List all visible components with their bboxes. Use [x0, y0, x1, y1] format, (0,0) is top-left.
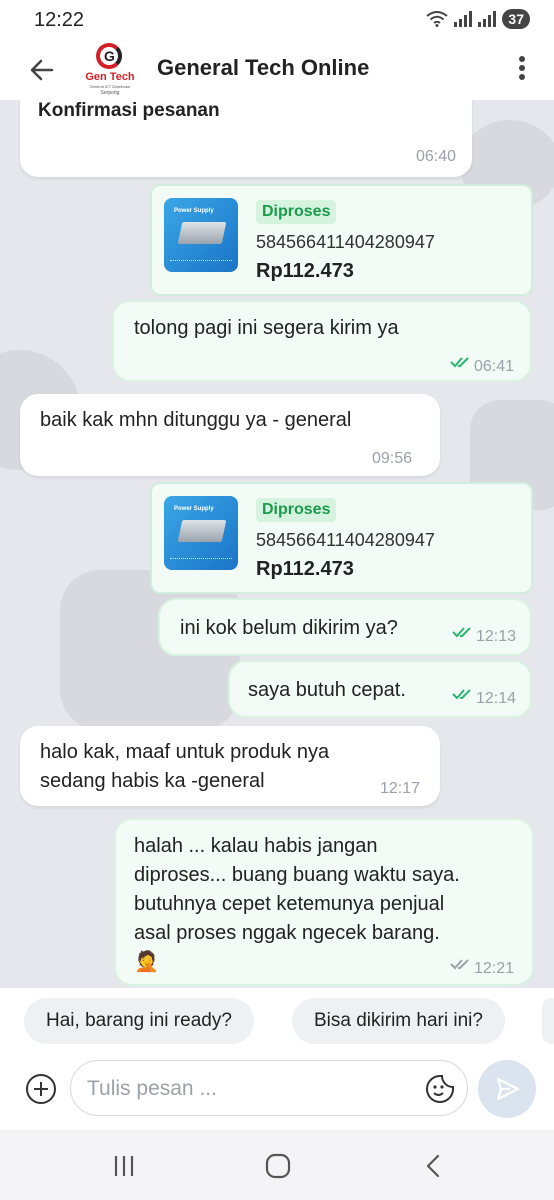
- chat-title[interactable]: General Tech Online: [157, 55, 369, 81]
- message-incoming[interactable]: halo kak, maaf untuk produk nya sedang h…: [20, 726, 440, 806]
- order-price: Rp112.473: [256, 558, 354, 580]
- facepalm-emoji: 🤦: [134, 951, 159, 973]
- more-vertical-icon[interactable]: [518, 56, 526, 84]
- double-check-icon: [450, 959, 469, 970]
- logo-location: Serpong: [100, 90, 120, 96]
- order-status-badge: Diproses: [256, 200, 337, 224]
- order-price: Rp112.473: [256, 260, 354, 282]
- chat-area[interactable]: Konfirmasi pesanan 06:40 Power Supply Di…: [0, 100, 554, 988]
- product-image: [177, 222, 227, 244]
- status-time: 12:22: [34, 9, 85, 31]
- message-input[interactable]: [87, 1073, 417, 1105]
- status-bar: 12:22 37: [0, 0, 554, 40]
- message-text: saya butuh cepat.: [248, 679, 406, 701]
- product-image: [177, 520, 227, 542]
- message-outgoing[interactable]: ini kok belum dikirim ya? 12:13: [158, 598, 532, 656]
- message-text-line: sedang habis ka -general: [40, 770, 265, 792]
- message-outgoing[interactable]: tolong pagi ini segera kirim ya 06:41: [112, 300, 532, 382]
- message-text-line: asal proses nggak ngecek barang.: [134, 922, 440, 944]
- composer: [0, 1058, 554, 1130]
- logo-letter: G: [104, 48, 115, 64]
- message-text: ini kok belum dikirim ya?: [180, 617, 398, 639]
- order-status-badge: Diproses: [256, 498, 337, 522]
- product-card[interactable]: Power Supply Diproses 584566411404280947…: [150, 184, 533, 296]
- order-id: 584566411404280947: [256, 232, 435, 252]
- send-icon: [496, 1077, 520, 1101]
- product-card[interactable]: Power Supply Diproses 584566411404280947…: [150, 482, 533, 594]
- wifi-icon: [426, 11, 449, 27]
- system-navigation-bar: [0, 1130, 554, 1200]
- signal-icon: [454, 11, 473, 27]
- message-text: Konfirmasi pesanan: [38, 100, 220, 121]
- thumbnail-title: Power Supply: [174, 208, 214, 214]
- message-text-line: halah ... kalau habis jangan: [134, 835, 378, 857]
- message-incoming[interactable]: Konfirmasi pesanan 06:40: [20, 100, 472, 177]
- message-time: 12:14: [476, 690, 517, 707]
- message-time: 12:17: [380, 780, 421, 797]
- quick-reply-chip[interactable]: Bisa dikirim hari ini?: [292, 998, 505, 1044]
- recents-icon[interactable]: [110, 1152, 138, 1180]
- chat-header: G Gen Tech General ICT Distributor Serpo…: [0, 40, 554, 100]
- quick-reply-chip-overflow[interactable]: [542, 998, 554, 1044]
- message-incoming[interactable]: baik kak mhn ditunggu ya - general 09:56: [20, 394, 440, 476]
- message-outgoing[interactable]: halah ... kalau habis jangan diproses...…: [114, 818, 534, 986]
- logo-name: Gen Tech: [85, 71, 135, 83]
- message-text: tolong pagi ini segera kirim ya: [134, 317, 399, 339]
- message-outgoing[interactable]: saya butuh cepat. 12:14: [228, 660, 532, 718]
- message-time: 09:56: [372, 450, 413, 467]
- product-thumbnail[interactable]: Power Supply: [164, 496, 238, 570]
- home-icon[interactable]: [264, 1152, 292, 1180]
- sticker-icon[interactable]: [425, 1074, 455, 1104]
- nav-back-icon[interactable]: [420, 1152, 448, 1180]
- arrow-left-icon[interactable]: [26, 54, 58, 86]
- thumbnail-title: Power Supply: [174, 506, 214, 512]
- thumbnail-footer: [170, 260, 232, 266]
- message-text-line: halo kak, maaf untuk produk nya: [40, 741, 330, 763]
- double-check-icon: [452, 627, 471, 638]
- message-time: 12:13: [476, 628, 517, 645]
- order-id: 584566411404280947: [256, 530, 435, 550]
- message-text-line: butuhnya cepet ketemunya penjual: [134, 893, 445, 915]
- message-text-line: diproses... buang buang waktu saya.: [134, 864, 460, 886]
- double-check-icon: [452, 689, 471, 700]
- thumbnail-footer: [170, 558, 232, 564]
- logo-tagline: General ICT Distributor: [89, 84, 131, 89]
- quick-replies: Hai, barang ini ready? Bisa dikirim hari…: [0, 988, 554, 1058]
- double-check-icon: [450, 357, 469, 368]
- plus-circle-icon[interactable]: [26, 1074, 56, 1104]
- quick-reply-chip[interactable]: Hai, barang ini ready?: [24, 998, 254, 1044]
- signal-icon: [478, 11, 497, 27]
- product-thumbnail[interactable]: Power Supply: [164, 198, 238, 272]
- message-text: baik kak mhn ditunggu ya - general: [40, 409, 352, 431]
- message-time: 06:40: [415, 148, 456, 165]
- battery-indicator: 37: [502, 9, 530, 29]
- message-field[interactable]: [70, 1060, 468, 1116]
- status-icons: 37: [426, 9, 530, 29]
- message-time: 06:41: [474, 358, 515, 375]
- shop-logo[interactable]: G Gen Tech General ICT Distributor Serpo…: [82, 42, 138, 98]
- message-time: 12:21: [474, 960, 515, 977]
- send-button[interactable]: [478, 1060, 536, 1118]
